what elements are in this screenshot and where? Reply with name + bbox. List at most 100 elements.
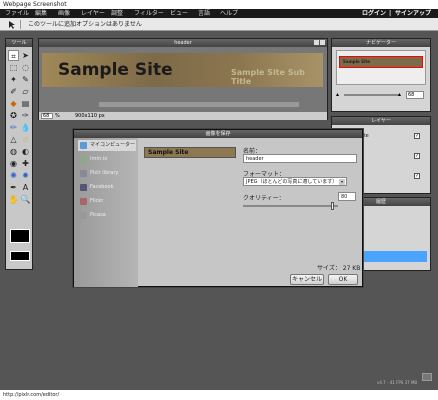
smudge-tool-icon[interactable]: ☝ <box>20 134 31 145</box>
quality-label: クオリティー： <box>243 195 285 202</box>
computer-icon <box>80 142 87 149</box>
layer-visible-checkbox[interactable]: ✓ <box>414 153 420 159</box>
ok-button[interactable]: OK <box>328 274 358 285</box>
red-eye-tool-icon[interactable]: ◉ <box>8 158 19 169</box>
quality-slider-knob[interactable] <box>331 202 334 210</box>
zoom-slider[interactable] <box>344 94 399 96</box>
eyedropper-tool-icon[interactable]: ✒ <box>8 182 19 193</box>
size-value: 27 KB <box>342 265 361 272</box>
flickr-icon <box>80 198 87 205</box>
brush-tool-icon[interactable]: ✐ <box>8 86 19 97</box>
zoom-tool-icon[interactable]: 🔍 <box>20 194 31 205</box>
source-label: Facebook <box>90 184 114 190</box>
source-label: Picasa <box>90 212 106 218</box>
options-separator <box>20 20 21 29</box>
blur-tool-icon[interactable]: 💧 <box>20 122 31 133</box>
history-title-text: 履歴 <box>375 199 386 205</box>
image-preview: Sample Site <box>144 147 236 158</box>
source-pixlr-library[interactable]: Pixlr library <box>78 168 136 179</box>
filename-input[interactable]: header <box>243 154 357 163</box>
bucket-tool-icon[interactable]: ◆ <box>8 98 19 109</box>
pencil-tool-icon[interactable]: ✎ <box>20 74 31 85</box>
zoom-out-icon[interactable]: ▴ <box>336 91 339 98</box>
horizontal-scrollbar[interactable] <box>99 102 299 107</box>
menu-view[interactable]: ビュー <box>170 9 188 18</box>
source-facebook[interactable]: Facebook <box>78 182 136 193</box>
gradient-tool-icon[interactable]: ▤ <box>20 98 31 109</box>
format-select[interactable]: JPEG（ほとんどの写真に適しています） ▾ <box>243 177 347 186</box>
login-link[interactable]: ログイン <box>362 9 386 18</box>
navigator-zoom: ▴ ▴ 68 <box>336 91 426 99</box>
spot-heal-tool-icon[interactable]: ✚ <box>20 158 31 169</box>
bloat-tool-icon[interactable]: ✺ <box>8 170 19 181</box>
menu-edit[interactable]: 編集 <box>35 9 47 18</box>
eraser-tool-icon[interactable]: ▱ <box>20 86 31 97</box>
menu-language[interactable]: 言語 <box>198 9 210 18</box>
signup-link[interactable]: サインアップ <box>395 9 431 18</box>
menu-image[interactable]: 画像 <box>58 9 70 18</box>
source-label: Imm.io <box>90 156 108 162</box>
close-icon[interactable] <box>320 40 325 45</box>
menu-layer[interactable]: レイヤー <box>81 9 105 18</box>
pixlr-editor: ファイル 編集 画像 レイヤー 調整 フィルター ビュー 言語 ヘルプ ログイン… <box>0 9 438 390</box>
cancel-button[interactable]: キャンセル <box>290 274 324 285</box>
save-location-list: マイコンピューター Imm.io Pixlr library Facebook … <box>74 138 138 287</box>
browser-status-url: http://pixlr.com/editor/ <box>0 390 438 400</box>
zoom-in-icon[interactable]: ▴ <box>398 91 401 98</box>
lasso-tool-icon[interactable]: ◌ <box>20 62 31 73</box>
canvas-subtitle: Sample Site Sub Title <box>231 68 305 86</box>
move-tool-icon[interactable]: ➤ <box>20 50 31 61</box>
source-flickr[interactable]: Flickr <box>78 196 136 207</box>
pinch-tool-icon[interactable]: ✹ <box>20 170 31 181</box>
type-tool-icon[interactable]: A <box>20 182 31 193</box>
menu-help[interactable]: ヘルプ <box>220 9 238 18</box>
hand-tool-icon[interactable]: ✋ <box>8 194 19 205</box>
navigator-viewport[interactable]: Sample Site <box>339 56 423 68</box>
menu-filter[interactable]: フィルター <box>134 9 164 18</box>
zoom-input[interactable]: 68 <box>41 113 53 119</box>
document-status-bar: 68 % 900x110 px <box>39 112 327 120</box>
drawing-tool-icon[interactable]: ✏ <box>8 122 19 133</box>
quality-slider[interactable] <box>243 202 338 210</box>
navigator-title: ナビゲーター <box>332 39 430 47</box>
source-label: マイコンピューター <box>90 142 136 148</box>
foreground-color-swatch[interactable] <box>10 229 30 243</box>
source-label: Pixlr library <box>90 170 119 176</box>
color-replace-tool-icon[interactable]: ✑ <box>20 110 31 121</box>
navigator-thumbnail[interactable]: Sample Site <box>336 50 426 85</box>
tools-panel-title: ツール <box>6 39 32 47</box>
document-title-text: header <box>174 40 192 46</box>
canvas-title: Sample Site <box>58 60 173 80</box>
layers-title: レイヤー <box>332 117 430 125</box>
navigator-zoom-input[interactable]: 68 <box>406 91 424 99</box>
source-my-computer[interactable]: マイコンピューター <box>78 140 136 151</box>
wand-tool-icon[interactable]: ✦ <box>8 74 19 85</box>
sharpen-tool-icon[interactable]: △ <box>8 134 19 145</box>
immio-icon <box>80 156 87 163</box>
fullscreen-button[interactable] <box>422 373 432 381</box>
minimize-icon[interactable] <box>314 40 319 45</box>
save-image-dialog: 画像を保存 マイコンピューター Imm.io Pixlr library Fac… <box>73 129 363 287</box>
marquee-tool-icon[interactable]: ⬚ <box>8 62 19 73</box>
layer-visible-checkbox[interactable]: ✓ <box>414 133 420 139</box>
menu-file[interactable]: ファイル <box>5 9 29 18</box>
clone-tool-icon[interactable]: ✪ <box>8 110 19 121</box>
menu-bar: ファイル 編集 画像 レイヤー 調整 フィルター ビュー 言語 ヘルプ ログイン… <box>0 9 438 18</box>
document-title: header <box>39 39 327 47</box>
crop-tool-icon[interactable]: ⌗ <box>8 50 19 61</box>
sponge-tool-icon[interactable]: ◍ <box>8 146 19 157</box>
dodge-tool-icon[interactable]: ◐ <box>20 146 31 157</box>
menu-adjust[interactable]: 調整 <box>111 9 123 18</box>
source-picasa[interactable]: Picasa <box>78 210 136 221</box>
quality-input[interactable]: 80 <box>338 192 356 201</box>
background-color-swatch[interactable] <box>10 251 30 261</box>
layer-visible-checkbox[interactable]: ✓ <box>414 173 420 179</box>
library-icon <box>80 170 87 177</box>
image-canvas[interactable]: Sample Site Sample Site Sub Title <box>42 53 323 87</box>
source-immio[interactable]: Imm.io <box>78 154 136 165</box>
layers-title-text: レイヤー <box>371 118 391 124</box>
options-message: このツールに追加オプションはありません <box>28 21 142 28</box>
screenshot-label: Webpage Screenshot <box>0 0 438 9</box>
image-dimensions: 900x110 px <box>75 113 105 119</box>
picasa-icon <box>80 212 87 219</box>
